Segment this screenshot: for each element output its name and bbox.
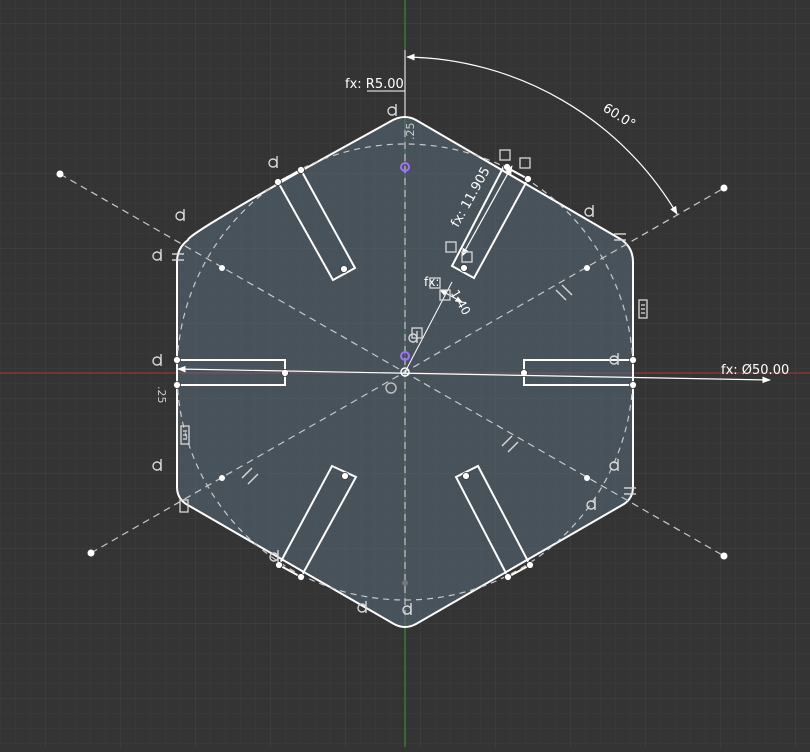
sketch-viewport[interactable]: fx: Ø50.00 60.0° fx: R5.00 fx: 11.905 fx… bbox=[0, 0, 810, 747]
sketch-canvas[interactable]: fx: Ø50.00 60.0° fx: R5.00 fx: 11.905 fx… bbox=[0, 0, 810, 747]
slot-width-prefix-label[interactable]: fx: bbox=[424, 275, 439, 289]
left-offset-label: .25 bbox=[155, 386, 168, 404]
top-offset-label: .25 bbox=[404, 123, 417, 141]
fillet-radius-label[interactable]: fx: R5.00 bbox=[345, 77, 404, 92]
diameter-dimension-label[interactable]: fx: Ø50.00 bbox=[721, 363, 789, 378]
